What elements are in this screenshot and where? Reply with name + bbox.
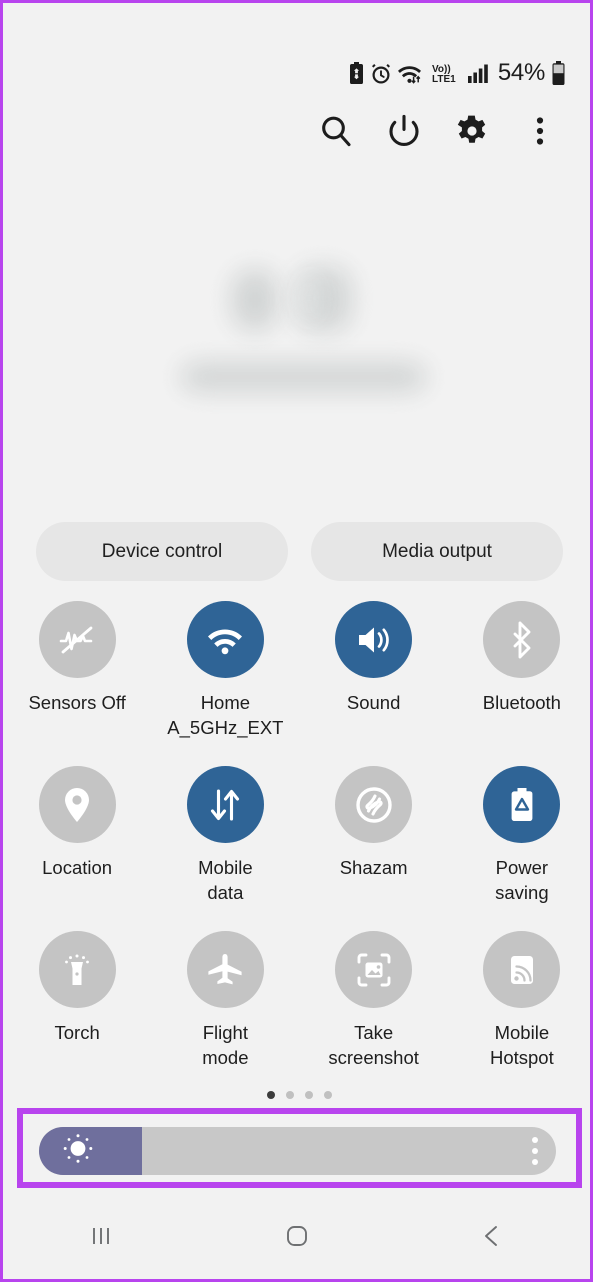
blur-shape	[181, 363, 426, 391]
quick-tile-icon-bg	[335, 931, 413, 1008]
screenshot-icon	[352, 948, 396, 992]
recents-button[interactable]	[3, 1193, 199, 1279]
quick-tile-icon-bg	[38, 931, 116, 1008]
wifi-data-transfer-icon	[397, 62, 425, 84]
quick-tile-power-saving[interactable]: Power saving	[448, 766, 590, 905]
quick-tile-label: Flight mode	[202, 1022, 249, 1068]
quick-tile-torch[interactable]: Torch	[3, 931, 151, 1070]
quick-tile-label: Power saving	[495, 857, 549, 903]
quick-tile-mobile-hotspot[interactable]: Mobile Hotspot	[448, 931, 590, 1070]
recents-icon	[85, 1220, 117, 1252]
page-dot-3[interactable]	[305, 1091, 313, 1099]
page-dot-4[interactable]	[324, 1091, 332, 1099]
media-output-label: Media output	[382, 540, 492, 562]
quick-settings-grid: Sensors Off Home A_5GHz_EXT Sound Blueto…	[3, 601, 590, 1070]
page-dot-2[interactable]	[286, 1091, 294, 1099]
phone-screen: Vo)) LTE1 54% Device control Media outpu…	[0, 0, 593, 1282]
airplane-icon	[203, 948, 247, 992]
gear-icon	[455, 114, 489, 148]
sensors-off-icon	[55, 618, 99, 662]
quick-tile-icon-bg	[483, 766, 561, 843]
back-chevron-icon	[476, 1220, 508, 1252]
quick-tile-flight-mode[interactable]: Flight mode	[151, 931, 299, 1070]
flashlight-icon	[56, 949, 98, 991]
media-output-button[interactable]: Media output	[311, 522, 563, 581]
dot	[532, 1159, 538, 1165]
quick-tile-label: Mobile data	[198, 857, 253, 903]
blurred-notification-area	[3, 241, 590, 421]
brightness-slider-highlight	[17, 1108, 582, 1188]
quick-tile-sensors-off[interactable]: Sensors Off	[3, 601, 151, 740]
page-dot-1[interactable]	[267, 1091, 275, 1099]
back-button[interactable]	[394, 1193, 590, 1279]
battery-icon	[551, 61, 566, 85]
page-indicator	[3, 1091, 590, 1099]
dot	[532, 1148, 538, 1154]
quick-tile-location[interactable]: Location	[3, 766, 151, 905]
quick-tile-sound[interactable]: Sound	[300, 601, 448, 740]
quick-tile-label: Take screenshot	[328, 1022, 419, 1068]
brightness-sun-icon	[61, 1132, 95, 1171]
blur-shape	[303, 275, 315, 321]
blur-shape	[232, 269, 278, 331]
battery-percent-label: 54%	[497, 59, 545, 86]
device-control-button[interactable]: Device control	[36, 522, 288, 581]
bluetooth-icon	[501, 619, 543, 661]
search-button[interactable]	[302, 103, 370, 159]
alarm-icon	[371, 63, 391, 84]
shazam-icon	[350, 781, 398, 829]
quick-tile-label: Shazam	[339, 857, 408, 878]
quick-tile-label: Bluetooth	[482, 692, 561, 713]
toolbar	[302, 103, 574, 159]
quick-tile-take-screenshot[interactable]: Take screenshot	[300, 931, 448, 1070]
brightness-slider-more-options[interactable]	[532, 1137, 538, 1165]
quick-tile-icon-bg	[186, 931, 264, 1008]
quick-tile-bluetooth[interactable]: Bluetooth	[448, 601, 590, 740]
dot	[532, 1137, 538, 1143]
quick-tile-label: Location	[42, 857, 113, 878]
volte-lte-icon: Vo)) LTE1	[431, 62, 461, 84]
device-control-label: Device control	[101, 540, 223, 562]
hotspot-icon	[501, 949, 543, 991]
mobile-data-icon	[204, 784, 246, 826]
navigation-bar	[3, 1193, 590, 1279]
quick-tile-label: Home A_5GHz_EXT	[167, 692, 284, 738]
status-bar: Vo)) LTE1 54%	[348, 57, 566, 89]
power-icon	[387, 114, 421, 148]
quick-tile-icon-bg	[335, 766, 413, 843]
quick-tile-icon-bg	[483, 931, 561, 1008]
quick-tile-mobile-data[interactable]: Mobile data	[151, 766, 299, 905]
power-saving-icon	[502, 785, 542, 825]
home-icon	[280, 1219, 314, 1253]
location-pin-icon	[56, 784, 98, 826]
quick-tile-icon-bg	[483, 601, 561, 678]
quick-tile-label: Torch	[54, 1022, 100, 1043]
battery-saver-icon	[348, 62, 365, 84]
quick-tile-icon-bg	[335, 601, 413, 678]
more-options-button[interactable]	[506, 103, 574, 159]
quick-tile-icon-bg	[186, 766, 264, 843]
panel-pill-row: Device control Media output	[36, 522, 563, 581]
home-button[interactable]	[199, 1193, 395, 1279]
quick-tile-icon-bg	[186, 601, 264, 678]
settings-button[interactable]	[438, 103, 506, 159]
quick-tile-label: Sound	[346, 692, 401, 713]
quick-tile-icon-bg	[38, 601, 116, 678]
brightness-slider[interactable]	[39, 1127, 556, 1175]
signal-bars-icon	[467, 62, 489, 84]
quick-tile-wifi[interactable]: Home A_5GHz_EXT	[151, 601, 299, 740]
svg-text:LTE1: LTE1	[432, 74, 456, 84]
more-options-icon	[523, 114, 557, 148]
quick-tile-icon-bg	[38, 766, 116, 843]
quick-tile-shazam[interactable]: Shazam	[300, 766, 448, 905]
wifi-icon	[202, 617, 248, 663]
power-button[interactable]	[370, 103, 438, 159]
search-icon	[319, 114, 353, 148]
volume-sound-icon	[352, 618, 396, 662]
quick-tile-label: Mobile Hotspot	[489, 1022, 554, 1068]
quick-tile-label: Sensors Off	[28, 692, 126, 713]
